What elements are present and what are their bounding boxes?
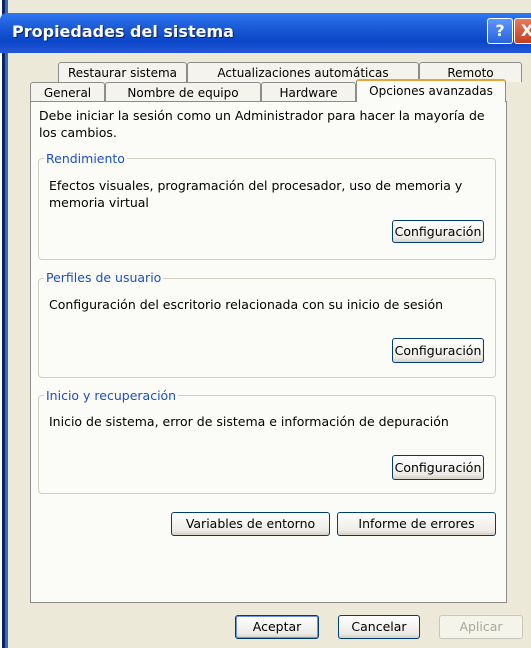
apply-button[interactable]: Aplicar	[439, 615, 523, 639]
help-icon: ?	[495, 21, 505, 40]
environment-variables-button[interactable]: Variables de entorno	[171, 512, 330, 536]
window-left-border	[0, 0, 8, 648]
cancel-button[interactable]: Cancelar	[338, 615, 420, 639]
tab-nombre-de-equipo[interactable]: Nombre de equipo	[105, 82, 261, 102]
help-button[interactable]: ?	[487, 18, 513, 44]
title-bar[interactable]: Propiedades del sistema ? X	[0, 13, 531, 53]
tab-restaurar-sistema[interactable]: Restaurar sistema	[58, 62, 187, 82]
performance-description: Efectos visuales, programación del proce…	[49, 178, 463, 210]
startup-recovery-description: Inicio de sistema, error de sistema e in…	[49, 414, 449, 429]
startup-recovery-settings-button[interactable]: Configuración	[392, 455, 484, 480]
close-button[interactable]: X	[514, 18, 531, 44]
user-profiles-label: Perfiles de usuario	[44, 270, 164, 286]
admin-notice: Debe iniciar la sesión como un Administr…	[39, 108, 485, 140]
user-profiles-settings-button[interactable]: Configuración	[392, 338, 484, 363]
error-reporting-button[interactable]: Informe de errores	[337, 512, 496, 536]
user-profiles-description: Configuración del escritorio relacionada…	[49, 297, 444, 312]
window-title: Propiedades del sistema	[12, 22, 234, 41]
tab-general[interactable]: General	[30, 82, 105, 102]
performance-label: Rendimiento	[44, 151, 127, 167]
tab-opciones-avanzadas[interactable]: Opciones avanzadas	[356, 79, 506, 102]
system-properties-window: Propiedades del sistema ? X Restaurar si…	[0, 0, 531, 648]
group-user-profiles	[38, 278, 496, 378]
ok-button[interactable]: Aceptar	[235, 615, 319, 639]
performance-settings-button[interactable]: Configuración	[392, 220, 484, 243]
startup-recovery-label: Inicio y recuperación	[44, 388, 179, 404]
tab-hardware[interactable]: Hardware	[261, 82, 356, 102]
close-icon: X	[520, 21, 531, 40]
